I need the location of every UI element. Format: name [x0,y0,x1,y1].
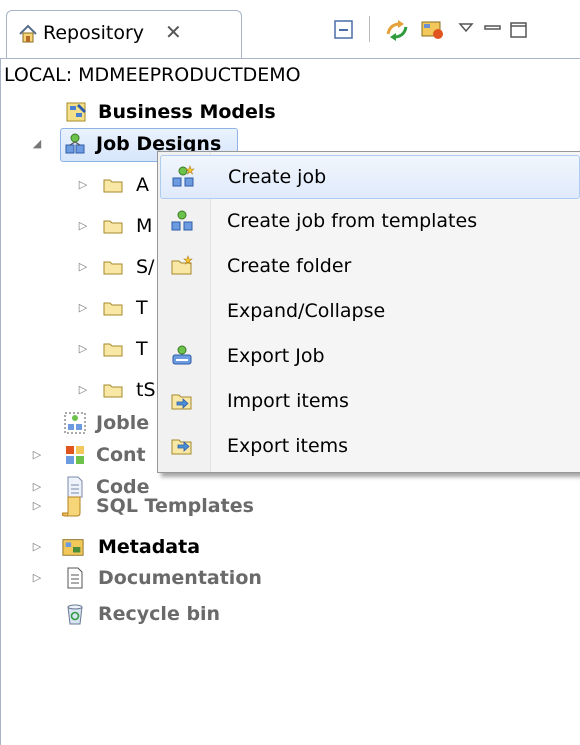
collapse-arrow-icon[interactable]: ◢ [30,128,44,160]
menu-item-create-job-from-templates[interactable]: Create job from templates [160,200,578,242]
toolbar-separator [369,16,370,42]
repository-panel: Repository ✕ LOCAL: MDMEEPRODUCTDEMO Bus… [0,0,580,745]
menu-item-expand-collapse[interactable]: Expand/Collapse [160,290,578,332]
import-items-icon [171,394,192,410]
recycle-bin-icon [67,604,83,625]
tree-item-label: Recycle bin [98,603,221,625]
tree-item-label: Business Models [98,101,276,123]
refresh-icon[interactable] [384,18,410,42]
menu-item-create-folder[interactable]: Create folder [160,245,578,287]
menu-item-label: Import items [227,390,349,412]
expand-arrow-icon[interactable]: ▷ [30,562,44,594]
tree-item-recycle-bin[interactable]: Recycle bin [0,598,300,630]
tree-folder[interactable]: ▷ M [0,210,160,242]
repository-tab-title: Repository [43,22,145,44]
menu-item-export-job[interactable]: Export Job [160,335,578,377]
project-path: LOCAL: MDMEEPRODUCTDEMO [4,64,301,86]
tree-item-contexts[interactable]: ▷ Cont [0,439,160,471]
expand-arrow-icon[interactable]: ▷ [30,531,44,563]
menu-item-label: Create job from templates [227,210,478,232]
tree-folder-label: tS [136,379,156,401]
folder-new-icon [171,255,193,275]
tree-item-metadata[interactable]: ▷ Metadata [0,531,300,563]
menu-item-label: Export Job [227,345,325,367]
job-template-icon [171,210,193,231]
home-icon [19,24,37,43]
expand-arrow-icon[interactable]: ▷ [76,374,90,406]
context-menu: Create job Create job from templates Cre… [157,151,580,473]
menu-item-label: Create folder [227,255,352,277]
expand-arrow-icon[interactable]: ▷ [30,439,44,471]
expand-arrow-icon[interactable]: ▷ [76,251,90,283]
expand-arrow-icon[interactable]: ▷ [76,210,90,242]
expand-arrow-icon[interactable]: ▷ [76,292,90,324]
folder-icon [103,220,123,234]
repository-tab[interactable]: Repository ✕ [6,10,242,59]
folder-icon [103,343,123,357]
folder-icon [103,261,123,275]
maximize-icon[interactable] [508,18,530,42]
tree-folder-label: T [136,297,148,319]
tree-item-documentation[interactable]: ▷ Documentation [0,562,300,594]
menu-item-label: Export items [227,435,349,457]
export-job-icon [172,345,192,365]
expand-arrow-icon[interactable]: ▷ [76,333,90,365]
tree-folder[interactable]: ▷ T [0,333,160,365]
create-job-icon [172,165,195,187]
business-model-icon [66,102,86,122]
tree-item-business-models[interactable]: Business Models [0,96,300,128]
folder-icon [103,302,123,316]
joblet-icon [64,412,86,434]
tree-item-joblets[interactable]: Joble [0,407,160,439]
tree-folder-label: S/ [136,256,155,278]
export-items-icon [171,439,192,455]
tree-folder[interactable]: ▷ S/ [0,251,160,283]
menu-item-label: Expand/Collapse [227,300,386,322]
tree-item-label: Documentation [98,567,262,589]
view-menu-icon[interactable] [457,18,475,42]
tree-folder-label: T [136,338,148,360]
documentation-icon [67,567,83,589]
close-icon[interactable]: ✕ [165,20,182,44]
tree-folder-label: M [136,215,153,237]
filter-icon[interactable] [420,18,446,42]
project-path-bar: LOCAL: MDMEEPRODUCTDEMO [0,58,580,93]
menu-item-create-job[interactable]: Create job [160,155,580,199]
tree-item-label: Cont [96,444,146,466]
minimize-icon[interactable] [482,18,504,42]
tree-item-label: Metadata [98,536,201,558]
tree-item-label: SQL Templates [96,495,254,517]
folder-icon [103,384,123,398]
metadata-icon [62,539,84,556]
menu-item-export-items[interactable]: Export items [160,425,578,467]
menu-item-label: Create job [228,166,327,188]
collapse-all-icon[interactable] [332,18,356,42]
tree-folder-label: A [136,174,149,196]
expand-arrow-icon[interactable]: ▷ [76,169,90,201]
context-icon [66,446,84,464]
menu-item-import-items[interactable]: Import items [160,380,578,422]
tree-folder[interactable]: ▷ T [0,292,160,324]
folder-icon [103,179,123,193]
expand-arrow-icon[interactable]: ▷ [30,490,44,522]
tree-item-sql-templates[interactable]: ▷ SQL Templates [0,490,300,522]
tree-folder[interactable]: ▷ tS [0,374,160,406]
tree-item-label: Joble [96,412,150,434]
view-tab-bar: Repository ✕ [0,0,580,59]
tree-folder[interactable]: ▷ A [0,169,160,201]
job-designs-icon [65,133,85,154]
sql-template-icon [62,496,81,517]
